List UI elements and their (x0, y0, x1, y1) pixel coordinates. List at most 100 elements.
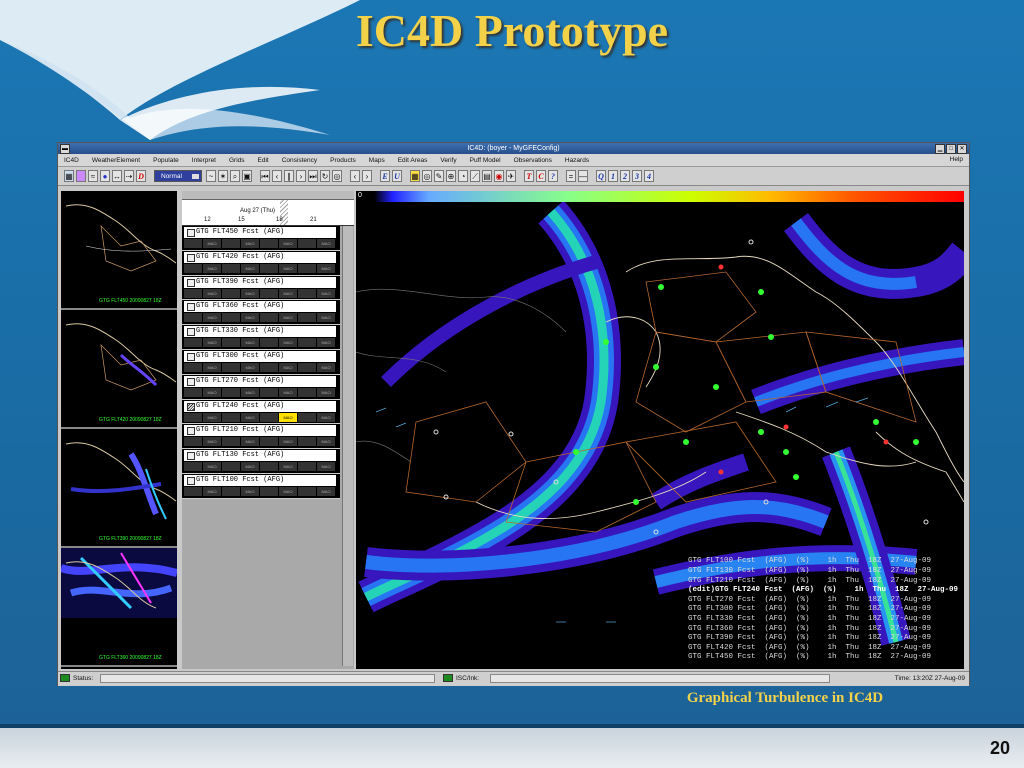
grid-time-block[interactable]: MAO (203, 288, 221, 298)
grid-time-block[interactable] (260, 338, 278, 348)
prev-frame-button[interactable]: ‹ (272, 170, 282, 182)
grid-time-block[interactable]: MAO (317, 263, 335, 273)
thumbnail-flt390[interactable]: GTG FLT390 20090827 18Z (61, 429, 177, 548)
grid-time-block[interactable] (298, 239, 316, 248)
grid-time-block[interactable] (222, 437, 240, 447)
grid-row-label[interactable]: GTG FLT330 Fcst (AFG) (184, 326, 336, 338)
grid-row-label[interactable]: GTG FLT210 Fcst (AFG) (184, 425, 336, 437)
view-1-button[interactable]: 1 (608, 170, 618, 182)
grid-time-block[interactable] (298, 437, 316, 447)
last-frame-button[interactable]: ⏭ (308, 170, 318, 182)
close-button[interactable]: ✕ (957, 144, 967, 154)
legend-entry[interactable]: GTG FLT130 Fcst (AFG) (%) 1h Thu 18Z 27-… (688, 567, 958, 577)
grid-time-block[interactable] (298, 412, 316, 422)
grid-row[interactable]: GTG FLT130 Fcst (AFG) MAO MAO MAO MAO (182, 449, 340, 474)
grid-time-block[interactable] (222, 486, 240, 496)
loop-icon[interactable]: ↻ (320, 170, 330, 182)
grid-time-block[interactable] (184, 462, 202, 472)
grid-time-block[interactable] (298, 263, 316, 273)
grid-time-block[interactable]: MAO (279, 362, 297, 372)
menu-grids[interactable]: Grids (229, 157, 245, 164)
camera-icon[interactable]: ◎ (332, 170, 342, 182)
grid-time-block[interactable] (184, 387, 202, 397)
sample-icon[interactable]: ● (100, 170, 110, 182)
thumbnail-flt450[interactable]: GTG FLT450 20090827 18Z (61, 191, 177, 310)
dash-icon[interactable]: — (578, 170, 588, 182)
grid-time-block[interactable] (260, 412, 278, 422)
grid-time-block[interactable] (222, 412, 240, 422)
first-frame-button[interactable]: ⏮ (260, 170, 270, 182)
grid-row[interactable]: GTG FLT300 Fcst (AFG) MAO MAO MAO MAO (182, 349, 340, 375)
grid-time-block[interactable]: MAO (241, 387, 259, 397)
wave-icon[interactable]: ~ (206, 170, 216, 182)
grid-time-block[interactable]: MAO (279, 412, 297, 422)
map-legend[interactable]: GTG FLT100 Fcst (AFG) (%) 1h Thu 18Z 27-… (688, 557, 958, 663)
grid-time-block[interactable]: MAO (317, 362, 335, 372)
view-4-button[interactable]: 4 (644, 170, 654, 182)
grid-time-block[interactable] (260, 263, 278, 273)
target-icon[interactable]: ◎ (422, 170, 432, 182)
grid-time-block[interactable] (260, 486, 278, 496)
grid-time-block[interactable] (184, 486, 202, 496)
grid-time-block[interactable] (184, 313, 202, 323)
grid-time-block[interactable] (184, 263, 202, 273)
grid-time-block[interactable]: MAO (279, 387, 297, 397)
image-view-icon[interactable] (76, 170, 86, 182)
grid-time-block[interactable]: MAO (203, 362, 221, 372)
edit-mode-select[interactable]: Normal (154, 170, 202, 182)
grid-time-block[interactable] (298, 338, 316, 348)
grid-row[interactable]: GTG FLT330 Fcst (AFG) MAO MAO MAO MAO (182, 325, 340, 350)
grid-row-label[interactable]: GTG FLT100 Fcst (AFG) (184, 474, 336, 486)
grid-time-block[interactable] (222, 263, 240, 273)
window-title-bar[interactable]: ▬ IC4D: (boyer - MyGFEConfig) ▁ □ ✕ (58, 143, 969, 154)
menu-maps[interactable]: Maps (369, 157, 385, 164)
menu-puff-model[interactable]: Puff Model (470, 157, 501, 164)
thumbnail-flt360[interactable]: GTG FLT360 20090827 18Z (61, 548, 177, 667)
maximize-button[interactable]: □ (946, 144, 956, 154)
grid-time-block[interactable] (260, 239, 278, 248)
grid-row-label[interactable]: GTG FLT270 Fcst (AFG) (184, 375, 336, 387)
grid-time-block[interactable] (222, 462, 240, 472)
view-3-button[interactable]: 3 (632, 170, 642, 182)
grid-time-block[interactable]: MAO (241, 313, 259, 323)
window-menu-button[interactable]: ▬ (60, 144, 70, 154)
grid-time-block[interactable]: MAO (203, 486, 221, 496)
grid-time-block[interactable]: MAO (279, 338, 297, 348)
legend-entry[interactable]: GTG FLT210 Fcst (AFG) (%) 1h Thu 18Z 27-… (688, 577, 958, 587)
legend-entry[interactable]: GTG FLT450 Fcst (AFG) (%) 1h Thu 18Z 27-… (688, 653, 958, 663)
step-forward-button[interactable]: › (362, 170, 372, 182)
delete-d-button[interactable]: D (136, 170, 146, 182)
menu-edit-areas[interactable]: Edit Areas (398, 157, 428, 164)
grid-time-block[interactable]: MAO (203, 239, 221, 248)
grid-row[interactable]: GTG FLT100 Fcst (AFG) MAO MAO MAO MAO (182, 473, 340, 499)
grid-row[interactable]: GTG FLT390 Fcst (AFG) MAO MAO MAO MAO (182, 275, 340, 301)
grid-time-block[interactable] (298, 362, 316, 372)
grid-time-block[interactable] (298, 486, 316, 496)
grid-time-block[interactable]: MAO (241, 437, 259, 447)
legend-entry[interactable]: GTG FLT390 Fcst (AFG) (%) 1h Thu 18Z 27-… (688, 634, 958, 644)
menu-interpret[interactable]: Interpret (192, 157, 216, 164)
grid-list-scrollbar[interactable] (342, 226, 353, 666)
legend-entry[interactable]: GTG FLT270 Fcst (AFG) (%) 1h Thu 18Z 27-… (688, 596, 958, 606)
time-scale[interactable]: Aug 27 (Thu) 12 15 18 21 (182, 200, 354, 226)
menu-consistency[interactable]: Consistency (282, 157, 317, 164)
grid-time-block[interactable] (298, 462, 316, 472)
legend-entry[interactable]: GTG FLT360 Fcst (AFG) (%) 1h Thu 18Z 27-… (688, 625, 958, 635)
grid-row[interactable]: GTG FLT420 Fcst (AFG) MAO MAO MAO MAO (182, 250, 340, 276)
grid-time-block[interactable] (184, 239, 202, 248)
menu-help[interactable]: Help (950, 156, 963, 163)
grid-time-block[interactable]: MAO (317, 437, 335, 447)
grid-time-block[interactable] (298, 288, 316, 298)
equals-icon[interactable]: = (566, 170, 576, 182)
grid-row[interactable]: GTG FLT360 Fcst (AFG) MAO MAO MAO MAO (182, 300, 340, 326)
e-button[interactable]: E (380, 170, 390, 182)
contour-icon[interactable]: ≈ (88, 170, 98, 182)
legend-entry[interactable]: GTG FLT100 Fcst (AFG) (%) 1h Thu 18Z 27-… (688, 557, 958, 567)
grid-time-block[interactable]: MAO (317, 412, 335, 422)
grid-time-block[interactable]: MAO (279, 263, 297, 273)
grid-time-block[interactable]: MAO (317, 313, 335, 323)
arrow-right-icon[interactable]: ⇢ (124, 170, 134, 182)
grid-time-block[interactable]: MAO (241, 462, 259, 472)
grid-time-block[interactable]: MAO (279, 313, 297, 323)
u-button[interactable]: U (392, 170, 402, 182)
